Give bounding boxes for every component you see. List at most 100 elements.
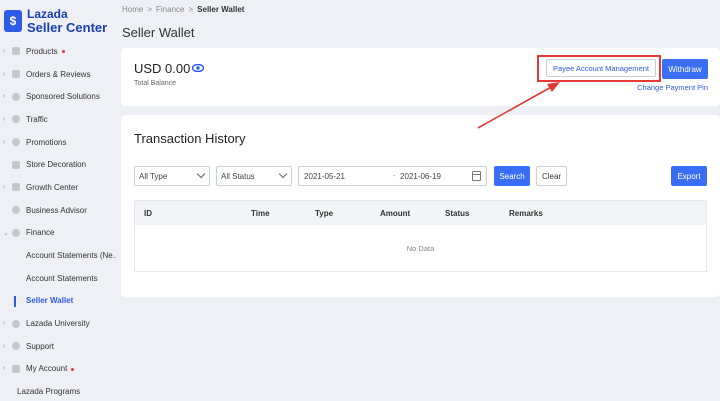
empty-state-text: No Data bbox=[406, 244, 435, 253]
table-header: ID Time Type Amount Status Remarks bbox=[135, 201, 706, 225]
sidebar-item-account-statements-new[interactable]: Account Statements (Ne... bbox=[0, 244, 116, 267]
chevron-right-icon: › bbox=[3, 93, 6, 101]
chevron-right-icon: › bbox=[3, 320, 6, 328]
sidebar-item-label: Lazada University bbox=[26, 319, 90, 329]
box-icon bbox=[12, 47, 20, 56]
type-select[interactable]: All Type bbox=[134, 166, 210, 186]
sidebar-item-label: My Account bbox=[26, 364, 68, 374]
highlight-box bbox=[537, 55, 661, 82]
sidebar-item-label: Seller Wallet bbox=[26, 296, 74, 306]
user-icon bbox=[12, 364, 20, 373]
date-start[interactable]: 2021-05-21 bbox=[304, 172, 345, 181]
sidebar-item-label: Lazada Programs bbox=[17, 387, 81, 397]
sidebar-item-label: Orders & Reviews bbox=[26, 69, 91, 79]
chevron-right-icon: › bbox=[3, 138, 6, 146]
date-separator: - bbox=[393, 171, 396, 180]
sidebar-item-promotions[interactable]: › Promotions bbox=[0, 131, 116, 154]
withdraw-button[interactable]: Withdraw bbox=[662, 59, 708, 79]
orders-icon bbox=[12, 70, 20, 79]
clear-button[interactable]: Clear bbox=[536, 166, 567, 186]
search-button[interactable]: Search bbox=[494, 166, 530, 186]
logo-text-lazada: Lazada bbox=[27, 7, 68, 21]
column-header-id: ID bbox=[144, 209, 152, 218]
sidebar-item-store-decoration[interactable]: Store Decoration bbox=[0, 153, 116, 176]
status-select-value: All Status bbox=[221, 171, 255, 181]
lazada-logo-icon: $ bbox=[4, 10, 22, 32]
chevron-down-icon: ⌄ bbox=[3, 229, 9, 237]
chevron-right-icon: › bbox=[3, 342, 6, 350]
status-select[interactable]: All Status bbox=[216, 166, 292, 186]
sidebar-item-label: Store Decoration bbox=[26, 160, 87, 170]
sidebar-item-sponsored-solutions[interactable]: › Sponsored Solutions bbox=[0, 85, 116, 108]
sidebar-item-finance[interactable]: ⌄ Finance bbox=[0, 222, 116, 245]
chevron-right-icon: › bbox=[3, 183, 6, 191]
date-range-picker[interactable]: 2021-05-21 - 2021-06-19 bbox=[298, 166, 487, 186]
column-header-remarks: Remarks bbox=[509, 209, 543, 218]
support-icon bbox=[12, 342, 20, 351]
sidebar-item-label: Traffic bbox=[26, 114, 48, 124]
growth-icon bbox=[12, 183, 20, 192]
sidebar-item-products[interactable]: › Products bbox=[0, 40, 116, 63]
megaphone-icon bbox=[12, 92, 20, 101]
breadcrumb-separator: > bbox=[188, 5, 194, 14]
sidebar-item-label: Account Statements (Ne... bbox=[26, 251, 116, 261]
sidebar-item-growth-center[interactable]: › Growth Center bbox=[0, 176, 116, 199]
sidebar-item-support[interactable]: › Support bbox=[0, 335, 116, 358]
sidebar-item-label: Business Advisor bbox=[26, 205, 87, 215]
breadcrumb-home[interactable]: Home bbox=[122, 5, 143, 14]
sidebar-item-orders-reviews[interactable]: › Orders & Reviews bbox=[0, 63, 116, 86]
column-header-time: Time bbox=[251, 209, 270, 218]
promotion-icon bbox=[12, 138, 20, 147]
sidebar-item-label: Finance bbox=[26, 228, 55, 238]
sidebar-item-label: Promotions bbox=[26, 137, 67, 147]
balance-card: USD 0.00 Total Balance Payee Account Man… bbox=[121, 48, 720, 106]
logo-text-seller-center: Seller Center bbox=[27, 20, 108, 35]
date-end[interactable]: 2021-06-19 bbox=[400, 172, 441, 181]
university-icon bbox=[12, 319, 20, 328]
notification-dot bbox=[61, 50, 65, 54]
breadcrumb-finance[interactable]: Finance bbox=[156, 5, 184, 14]
chevron-right-icon: › bbox=[3, 70, 6, 78]
transaction-history-title: Transaction History bbox=[134, 131, 246, 146]
calendar-icon[interactable] bbox=[472, 171, 481, 181]
export-button[interactable]: Export bbox=[671, 166, 707, 186]
chevron-down-icon bbox=[278, 169, 288, 179]
sidebar-nav: › Products › Orders & Reviews › Sponsore… bbox=[0, 40, 116, 401]
eye-icon[interactable] bbox=[192, 64, 204, 72]
sidebar-item-seller-wallet[interactable]: Seller Wallet bbox=[0, 290, 116, 313]
column-header-type: Type bbox=[315, 209, 334, 218]
balance-amount: USD 0.00 bbox=[134, 61, 191, 76]
total-balance-label: Total Balance bbox=[134, 80, 177, 87]
change-payment-pin-link[interactable]: Change Payment Pin bbox=[637, 83, 708, 92]
sidebar-item-account-statements[interactable]: Account Statements bbox=[0, 267, 116, 290]
sidebar-item-label: Growth Center bbox=[26, 182, 79, 192]
breadcrumb: Home > Finance > Seller Wallet bbox=[122, 5, 244, 14]
chevron-right-icon: › bbox=[3, 115, 6, 123]
sidebar: $ Lazada Seller Center › Products › Orde… bbox=[0, 0, 116, 401]
column-header-amount: Amount bbox=[380, 209, 411, 218]
sidebar-item-label: Sponsored Solutions bbox=[26, 92, 100, 102]
breadcrumb-current: Seller Wallet bbox=[197, 5, 245, 14]
sidebar-item-lazada-university[interactable]: › Lazada University bbox=[0, 312, 116, 335]
chevron-down-icon bbox=[196, 169, 206, 179]
sidebar-item-label: Account Statements bbox=[26, 273, 98, 283]
finance-icon bbox=[12, 228, 20, 237]
page-title: Seller Wallet bbox=[122, 25, 195, 40]
breadcrumb-separator: > bbox=[147, 5, 153, 14]
type-select-value: All Type bbox=[139, 171, 168, 181]
sidebar-item-label: Products bbox=[26, 46, 58, 56]
transactions-table: ID Time Type Amount Status Remarks No Da… bbox=[134, 200, 707, 272]
column-header-status: Status bbox=[445, 209, 470, 218]
sidebar-item-business-advisor[interactable]: Business Advisor bbox=[0, 199, 116, 222]
traffic-icon bbox=[12, 115, 20, 124]
chevron-right-icon: › bbox=[3, 47, 6, 55]
chevron-right-icon: › bbox=[3, 365, 6, 373]
store-icon bbox=[12, 160, 20, 169]
sidebar-item-lazada-programs[interactable]: Lazada Programs bbox=[0, 380, 116, 401]
transaction-history-card: Transaction History All Type All Status … bbox=[121, 115, 720, 297]
notification-dot bbox=[71, 367, 75, 371]
sidebar-item-my-account[interactable]: › My Account bbox=[0, 358, 116, 381]
advisor-icon bbox=[12, 206, 20, 215]
sidebar-item-traffic[interactable]: › Traffic bbox=[0, 108, 116, 131]
lazada-logo[interactable]: $ Lazada Seller Center bbox=[0, 0, 116, 38]
